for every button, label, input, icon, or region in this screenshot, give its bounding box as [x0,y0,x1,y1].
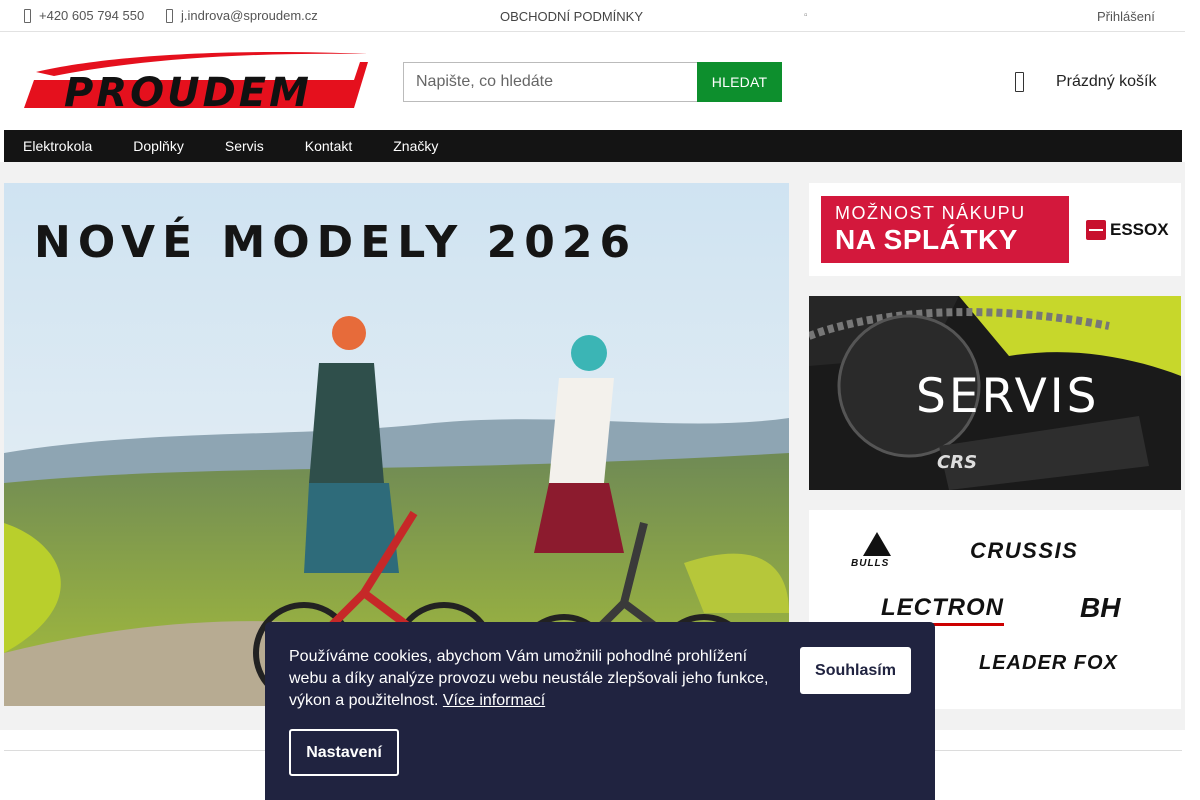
cart-label: Prázdný košík [1056,73,1157,90]
search-input[interactable] [403,62,697,102]
cookie-accept-button[interactable]: Souhlasím [800,647,911,694]
cookie-text: Používáme cookies, abychom Vám umožnili … [289,646,779,712]
terms-link[interactable]: OBCHODNÍ PODMÍNKY [500,9,643,24]
phone-link[interactable]: +420 605 794 550 [24,8,144,23]
servis-banner[interactable]: CRS SERVIS [809,296,1181,490]
mail-icon [166,8,173,23]
main-nav: Elektrokola Doplňky Servis Kontakt Značk… [4,130,1182,162]
servis-brand: CRS [937,452,977,473]
nav-item-znacky[interactable]: Značky [393,130,438,162]
phone-icon [24,8,31,23]
brand-bulls-label: BULLS [851,558,890,569]
nav-item-kontakt[interactable]: Kontakt [305,130,352,162]
cookie-consent-dialog: Používáme cookies, abychom Vám umožnili … [265,622,935,800]
top-bar: +420 605 794 550 j.indrova@sproudem.cz O… [0,0,1185,32]
nav-item-elektrokola[interactable]: Elektrokola [23,130,92,162]
language-icon[interactable]: ▫ [804,10,808,21]
cart[interactable]: Prázdný košík [1015,72,1156,92]
search-bar: HLEDAT [403,62,782,102]
essox-logo-icon [1086,220,1106,240]
brand-bulls: BULLS [851,532,905,572]
brand-crussis: CRUSSIS [970,538,1079,563]
essox-banner[interactable]: MOŽNOST NÁKUPU NA SPLÁTKY ESSOX [809,183,1181,276]
cookie-settings-button[interactable]: Nastavení [289,729,399,776]
cookie-more-info-link[interactable]: Více informací [443,692,545,709]
search-button[interactable]: HLEDAT [697,62,782,102]
essox-logo: ESSOX [1086,220,1169,240]
servis-title: SERVIS [916,369,1100,424]
nav-item-doplnky[interactable]: Doplňky [133,130,184,162]
email-link[interactable]: j.indrova@sproudem.cz [166,8,318,23]
site-logo[interactable]: PROUDEM [24,50,368,116]
phone-number: +420 605 794 550 [39,8,145,23]
essox-line2: NA SPLÁTKY [835,224,1018,255]
brand-bh: BH [1080,592,1121,623]
login-link[interactable]: Přihlášení [1097,9,1155,24]
cart-icon [1015,72,1024,92]
logo-graphic: PROUDEM [24,52,368,116]
bulls-logo-icon [863,532,891,556]
nav-item-servis[interactable]: Servis [225,130,264,162]
essox-line1: MOŽNOST NÁKUPU [835,203,1026,223]
logo-text: PROUDEM [64,70,312,112]
essox-brand: ESSOX [1110,220,1169,239]
email-address: j.indrova@sproudem.cz [181,8,318,23]
brand-leaderfox: LEADER FOX [979,652,1118,674]
hero-title: NOVÉ MODELY 2026 [34,217,638,268]
